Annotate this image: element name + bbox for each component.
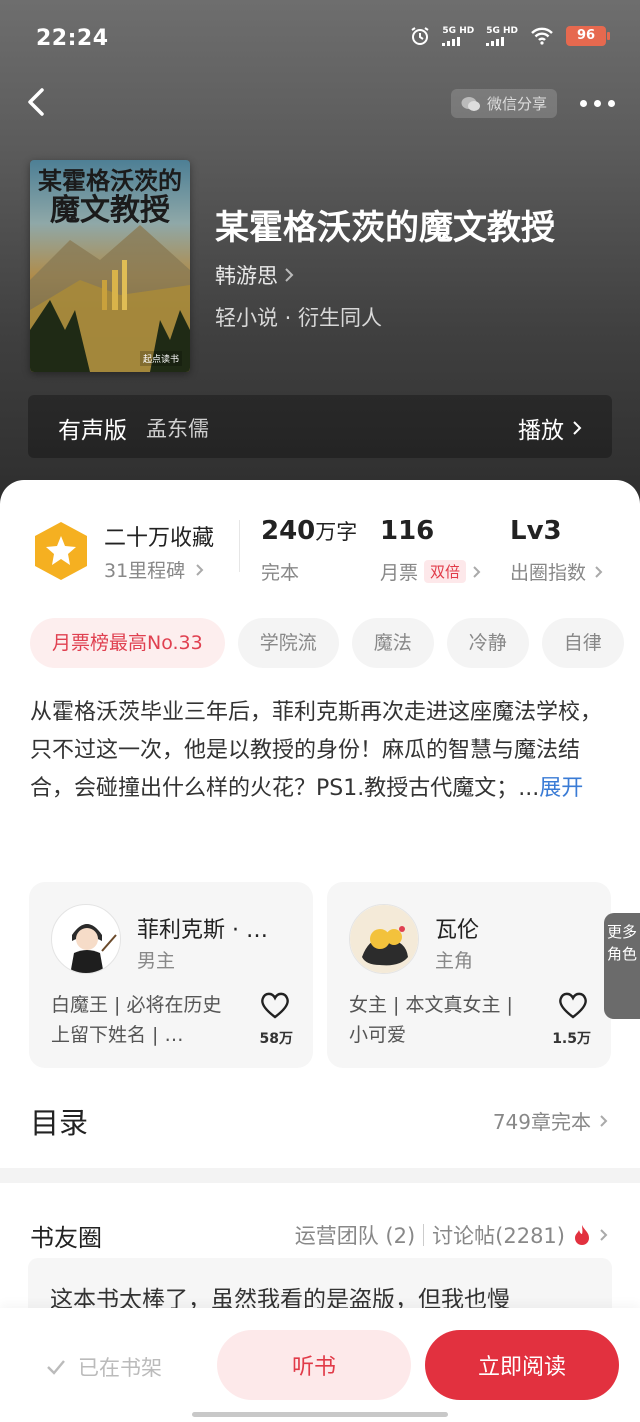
cover-title-line: 某霍格沃茨的 [38,166,182,195]
signal-label: 5G HD [486,26,518,36]
wifi-icon [531,27,553,45]
book-description: 从霍格沃茨毕业三年后，菲利克斯再次走进这座魔法学校，只不过这一次，他是以教授的身… [30,694,615,808]
meta-divider [423,1224,425,1246]
level-label: 出圈指数 [510,562,587,584]
tag-item[interactable]: 魔法 [351,618,434,668]
milestone-link[interactable]: 31里程碑 [104,556,204,583]
like-count: 58万 [259,1031,293,1047]
character-name: 瓦伦 [435,918,480,943]
book-cover[interactable]: 某霍格沃茨的 魔文教授 起点读书 [30,160,190,372]
character-avatar [51,904,121,974]
discussion-count: 讨论帖(2281) [432,1224,565,1248]
author-name: 韩游思 [215,264,278,288]
chevron-right-icon [473,565,481,578]
ops-team-count: 运营团队 (2) [294,1224,416,1248]
monthly-votes-link[interactable]: 月票 双倍 [380,558,481,585]
play-label: 播放 [518,418,564,444]
popularity-index-link[interactable]: 出圈指数 [510,558,603,585]
checkmark-icon [47,1360,65,1375]
character-illustration [350,905,418,973]
wechat-share-button[interactable]: 微信分享 [451,89,558,118]
character-avatar [349,904,419,974]
tag-item[interactable]: 自律 [541,618,624,668]
alarm-icon [411,27,429,45]
stat-divider [239,520,240,572]
signal-label: 5G HD [442,26,475,36]
status-time: 22:24 [36,26,109,51]
character-description: 白魔王 | 必将在历史上留下姓名 | … [51,994,222,1046]
like-count: 1.5万 [552,1031,591,1047]
chapter-count: 749章完本 [492,1110,591,1134]
tag-list: 月票榜最高No.33 学院流 魔法 冷静 自律 [30,618,640,668]
author-link[interactable]: 韩游思 [215,260,294,290]
tag-item[interactable]: 学院流 [237,618,339,668]
more-characters-tab[interactable]: 更多角色 [604,913,640,1019]
collect-count: 二十万收藏 [104,526,215,551]
play-button[interactable]: 播放 [518,411,582,445]
more-options-icon[interactable] [580,92,624,114]
listen-button[interactable]: 听书 [217,1330,411,1400]
wechat-icon [461,96,480,111]
votes-label: 月票 [380,562,419,584]
cover-publisher-logo: 起点读书 [139,351,182,366]
toc-title[interactable]: 目录 [30,1100,88,1142]
chevron-right-icon [196,563,204,576]
battery-icon: 96 [566,26,610,46]
completion-status: 完本 [261,562,300,584]
heart-icon[interactable] [259,990,291,1020]
chevron-right-icon [285,268,294,282]
share-label: 微信分享 [487,95,548,113]
popularity-level: Lv3 [510,516,562,546]
status-bar: 22:24 5G HD 5G HD 96 [0,0,640,80]
expand-link[interactable]: 展开 [539,776,583,801]
book-genre: 轻小说 · 衍生同人 [215,306,383,330]
back-arrow-icon[interactable] [18,82,58,122]
audio-narrator: 孟东儒 [146,417,209,441]
milestone-label: 31里程碑 [104,560,186,582]
audio-version-bar[interactable]: 有声版 孟东儒 播放 [28,395,612,458]
signal-icon: 5G HD [442,26,474,46]
section-divider [0,1168,640,1183]
toc-link[interactable]: 749章完本 [493,1106,608,1135]
word-count-unit: 万字 [315,520,358,544]
heart-icon[interactable] [557,990,589,1020]
tag-item[interactable]: 冷静 [446,618,529,668]
home-indicator[interactable] [192,1412,448,1417]
character-card[interactable]: 菲利克斯 · … 男主 白魔王 | 必将在历史上留下姓名 | … 58万 [29,882,313,1068]
character-card[interactable]: 瓦伦 主角 女主 | 本文真女主 | 小可爱 1.5万 [327,882,611,1068]
star-badge-icon [35,522,87,580]
chevron-right-icon [595,565,603,578]
chevron-right-icon [600,1114,608,1127]
status-icons: 5G HD 5G HD 96 [410,26,610,46]
on-shelf-status: 已在书架 [46,1352,162,1382]
character-role: 男主 [137,950,176,972]
signal-icon: 5G HD [486,26,518,46]
read-now-button[interactable]: 立即阅读 [425,1330,619,1400]
fire-icon [575,1225,589,1245]
character-illustration [70,924,117,973]
monthly-votes-count: 116 [380,516,435,546]
book-title: 某霍格沃茨的魔文教授 [215,208,555,248]
cover-title-line: 魔文教授 [50,193,170,229]
cover-title: 某霍格沃茨的 魔文教授 [36,166,184,229]
reader-circle-title[interactable]: 书友圈 [30,1218,102,1253]
character-description: 女主 | 本文真女主 | 小可爱 [349,994,513,1046]
character-role: 主角 [435,950,474,972]
description-text: 从霍格沃茨毕业三年后，菲利克斯再次走进这座魔法学校，只不过这一次，他是以教授的身… [30,700,603,801]
character-name: 菲利克斯 · … [137,918,268,943]
word-count-number: 240 [261,516,316,546]
reader-circle-meta[interactable]: 运营团队 (2) 讨论帖(2281) [295,1220,608,1250]
chevron-right-icon [573,421,582,435]
shelf-label: 已在书架 [78,1356,162,1380]
double-badge: 双倍 [424,560,467,583]
tag-rank[interactable]: 月票榜最高No.33 [30,618,225,668]
word-count: 240万字 [261,516,357,546]
chevron-right-icon [600,1229,608,1241]
audio-label: 有声版 [58,418,127,444]
